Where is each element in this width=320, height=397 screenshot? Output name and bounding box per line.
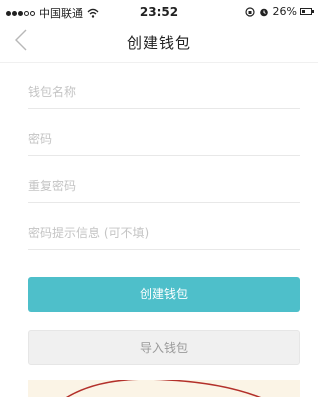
wallet-name-input[interactable]: [28, 85, 300, 99]
password-input[interactable]: [28, 132, 300, 146]
alarm-icon: [259, 8, 268, 16]
wallet-name-field-row: [28, 62, 300, 109]
navigation-bar: 创建钱包: [0, 22, 318, 63]
battery-percentage: 26%: [272, 5, 297, 18]
repeat-password-field-row: [28, 156, 300, 203]
password-field-row: [28, 109, 300, 156]
password-hint-input[interactable]: [28, 226, 300, 240]
create-wallet-screen: 中国联通 23:52 26% 创建钱包 钱包名称 密码提示信息 (可不填) 创建…: [0, 0, 318, 397]
page-title: 创建钱包: [126, 34, 191, 52]
repeat-password-input[interactable]: [28, 179, 300, 193]
notice-area: [28, 380, 300, 397]
import-wallet-button[interactable]: 导入钱包: [28, 330, 300, 365]
password-hint-field-row: [28, 203, 300, 250]
status-bar: 中国联通 23:52 26%: [0, 0, 318, 22]
create-wallet-button[interactable]: 创建钱包: [28, 277, 300, 312]
annotation-circle-mark: [66, 380, 261, 397]
battery-icon: [300, 8, 314, 15]
create-wallet-form: [28, 62, 300, 250]
status-right: 26%: [241, 5, 314, 18]
rotation-lock-icon: [244, 6, 255, 17]
